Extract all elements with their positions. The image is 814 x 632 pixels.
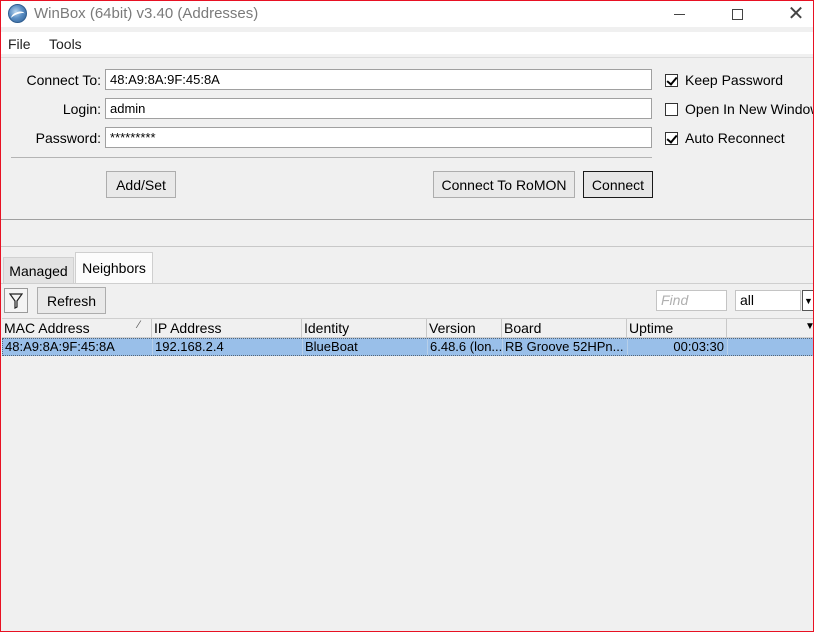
minimize-icon xyxy=(673,13,685,15)
table-header: MAC Address ⁄ IP Address Identity Versio… xyxy=(2,318,813,338)
column-extra[interactable] xyxy=(727,319,813,338)
title-bar[interactable]: WinBox (64bit) v3.40 (Addresses) ✕ xyxy=(1,1,813,27)
login-label: Login: xyxy=(62,101,101,117)
keep-password-label: Keep Password xyxy=(685,72,784,88)
keep-password-option[interactable]: Keep Password xyxy=(665,72,783,88)
cell-ip: 192.168.2.4 xyxy=(153,339,303,355)
connect-to-label: Connect To: xyxy=(26,72,101,88)
column-identity[interactable]: Identity xyxy=(302,319,427,338)
column-ip-address[interactable]: IP Address xyxy=(152,319,302,338)
column-board[interactable]: Board xyxy=(502,319,627,338)
refresh-button[interactable]: Refresh xyxy=(37,287,106,314)
find-input[interactable]: Find xyxy=(656,290,727,311)
section-divider xyxy=(1,219,813,220)
tab-neighbors[interactable]: Neighbors xyxy=(75,252,153,283)
maximize-button[interactable] xyxy=(714,1,760,27)
close-icon: ✕ xyxy=(787,3,805,25)
open-new-window-checkbox[interactable] xyxy=(665,102,678,116)
auto-reconnect-label: Auto Reconnect xyxy=(685,130,785,146)
minimize-button[interactable] xyxy=(656,1,702,27)
winbox-logo-icon xyxy=(8,4,27,23)
menu-tools[interactable]: Tools xyxy=(49,36,82,52)
window-title: WinBox (64bit) v3.40 (Addresses) xyxy=(34,5,259,22)
keep-password-checkbox[interactable] xyxy=(665,73,678,87)
filter-button[interactable] xyxy=(4,288,28,313)
auto-reconnect-checkbox[interactable] xyxy=(665,131,678,145)
connect-button[interactable]: Connect xyxy=(583,171,653,198)
tab-managed[interactable]: Managed xyxy=(3,257,74,283)
tab-strip-divider xyxy=(1,283,813,284)
open-new-window-label: Open In New Window xyxy=(685,101,814,117)
add-set-button[interactable]: Add/Set xyxy=(106,171,176,198)
menu-bar: File Tools xyxy=(1,32,813,54)
cell-uptime: 00:03:30 xyxy=(628,339,728,355)
close-button[interactable]: ✕ xyxy=(773,1,813,27)
cell-board: RB Groove 52HPn... xyxy=(503,339,628,355)
open-new-window-option[interactable]: Open In New Window xyxy=(665,101,814,117)
column-uptime[interactable]: Uptime xyxy=(627,319,727,338)
winbox-window: WinBox (64bit) v3.40 (Addresses) ✕ File … xyxy=(0,0,814,632)
connect-to-field[interactable]: 48:A9:8A:9F:45:8A xyxy=(105,69,652,90)
section-divider-lower xyxy=(1,246,813,247)
sort-indicator-icon: ⁄ xyxy=(138,319,140,331)
menu-file[interactable]: File xyxy=(8,36,31,52)
cell-version: 6.48.6 (lon... xyxy=(430,339,503,355)
filter-dropdown-button[interactable]: ▼ xyxy=(802,290,813,311)
password-label: Password: xyxy=(35,130,101,146)
column-menu-icon[interactable]: ▼ xyxy=(805,321,813,332)
cell-mac: 48:A9:8A:9F:45:8A xyxy=(3,339,153,355)
menu-divider xyxy=(1,57,813,58)
chevron-down-icon: ▼ xyxy=(804,295,813,306)
maximize-icon xyxy=(731,8,743,20)
cell-identity: BlueBoat xyxy=(303,339,428,355)
column-version[interactable]: Version xyxy=(427,319,502,338)
connect-romon-button[interactable]: Connect To RoMON xyxy=(433,171,575,198)
login-field[interactable]: admin xyxy=(105,98,652,119)
column-mac-address[interactable]: MAC Address xyxy=(2,319,152,338)
table-row[interactable]: 48:A9:8A:9F:45:8A 192.168.2.4 BlueBoat 6… xyxy=(2,338,813,356)
auto-reconnect-option[interactable]: Auto Reconnect xyxy=(665,130,785,146)
filter-icon xyxy=(9,292,23,309)
form-divider xyxy=(11,157,652,158)
filter-select[interactable]: all xyxy=(735,290,801,311)
password-field[interactable]: ********* xyxy=(105,127,652,148)
